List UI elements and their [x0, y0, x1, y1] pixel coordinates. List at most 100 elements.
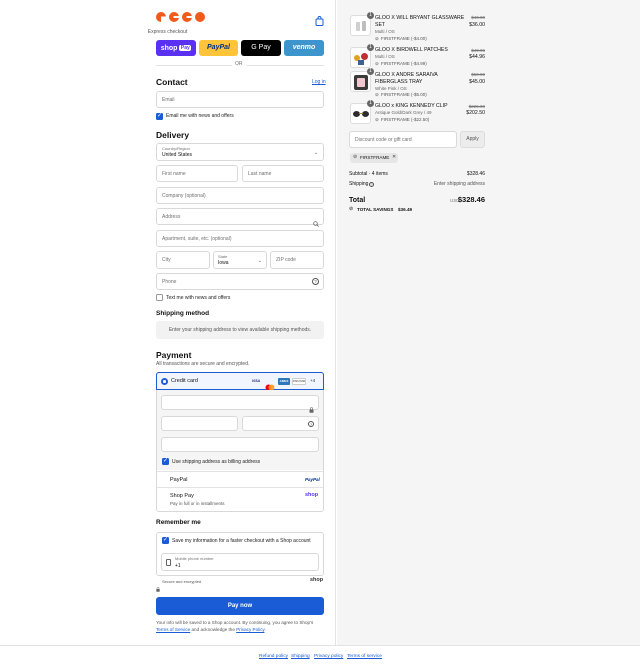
billing-same-label: Use shipping address as billing address [172, 459, 261, 465]
security-code-field[interactable]: ? [242, 416, 319, 431]
help-icon[interactable]: ? [369, 182, 374, 187]
email-field[interactable]: Email [156, 91, 324, 108]
save-info-checkbox[interactable]: ✓ [162, 537, 169, 544]
terms-of-service-link[interactable]: Terms of service [347, 654, 382, 660]
payment-secure-note: All transactions are secure and encrypte… [156, 361, 250, 367]
tag-icon: ⊘ [375, 92, 379, 97]
paypal-option-label: PayPal [170, 477, 188, 483]
mobile-phone-field[interactable]: Mobile phone number +1 [161, 553, 319, 571]
item-price: $45.00 [469, 79, 485, 85]
delivery-heading: Delivery [156, 130, 190, 140]
privacy-link[interactable]: Privacy Policy [236, 627, 264, 632]
apartment-field[interactable]: Apartment, suite, etc. (optional) [156, 230, 324, 247]
shop-pay-option[interactable]: Shop Pay Pay in full or in installments … [157, 487, 323, 511]
address-placeholder: Address [162, 214, 181, 220]
total-savings-value: $36.49 [398, 207, 413, 212]
total-savings-label: TOTAL SAVINGS [357, 207, 394, 212]
help-icon[interactable]: ? [312, 278, 319, 285]
news-checkbox[interactable]: ✓ [156, 113, 163, 120]
pay-now-button[interactable]: Pay now [156, 597, 324, 615]
text-news-label: Text me with news and offers [166, 295, 231, 301]
more-brands-badge: +4 [310, 378, 316, 383]
company-field[interactable]: Company (optional) [156, 187, 324, 204]
shipping-method-heading: Shipping method [156, 310, 210, 317]
text-news-checkbox[interactable] [156, 294, 163, 301]
tag-icon: ⊘ [375, 36, 379, 41]
login-link[interactable]: Log in [312, 80, 326, 85]
address-field[interactable]: Address [156, 208, 324, 227]
shop-logo: shop [305, 492, 319, 498]
expiry-field[interactable] [161, 416, 238, 431]
shop-pay-button[interactable]: shop Pay [156, 40, 196, 56]
phone-field[interactable]: Phone ? [156, 273, 324, 290]
name-on-card-field[interactable] [161, 437, 319, 452]
phone-placeholder: Phone [162, 279, 177, 285]
first-name-field[interactable]: First name [156, 165, 238, 182]
item-price: $202.50 [466, 110, 485, 116]
apply-button[interactable]: Apply [460, 131, 485, 148]
item-title: GLOO x KING KENNEDY CLIP [375, 103, 448, 109]
mastercard-icon [264, 378, 276, 391]
contact-heading: Contact [156, 77, 188, 87]
shipping-notice-text: Enter your shipping address to view avai… [168, 327, 312, 333]
item-discount: FIRSTFRAME (-$4.99) [381, 61, 427, 66]
close-icon[interactable]: ✕ [392, 155, 396, 160]
terms-link[interactable]: Terms of Service [156, 627, 190, 632]
last-name-field[interactable]: Last name [242, 165, 324, 182]
first-name-placeholder: First name [162, 171, 186, 177]
venmo-button[interactable]: venmo [284, 40, 324, 56]
checkout-main: Express checkout shop Pay PayPal G Pay v… [0, 0, 336, 645]
item-variant: Multi / OS [375, 54, 395, 59]
shop-pay-option-label: Shop Pay [170, 493, 194, 499]
discover-icon: DISCOVER [292, 378, 306, 385]
or-label: OR [232, 62, 246, 67]
credit-card-radio[interactable] [161, 378, 168, 385]
shipping-value: Enter shipping address [433, 181, 485, 187]
item-old-price: $40.00 [471, 15, 485, 20]
legal-text-3: . [264, 626, 266, 632]
shipping-link[interactable]: Shipping [291, 654, 310, 660]
state-select[interactable]: State Iowa ⌄ [213, 251, 267, 269]
quantity-badge: 1 [367, 12, 374, 19]
paypal-button[interactable]: PayPal [199, 40, 238, 56]
shop-logo: shop [310, 577, 324, 583]
google-pay-button[interactable]: G Pay [241, 40, 281, 56]
paypal-logo: PayPal [305, 477, 320, 482]
mobile-phone-value: +1 [175, 563, 181, 569]
news-label: Email me with news and offers [166, 113, 234, 119]
amex-icon: AMEX [278, 378, 290, 385]
billing-same-checkbox[interactable]: ✓ [162, 458, 169, 465]
tag-icon: ⊘ [375, 61, 379, 66]
lock-icon [156, 579, 160, 592]
legal-text: Your info will be saved to a Shop accoun… [156, 620, 326, 633]
item-variant: Multi / OS [375, 29, 395, 34]
country-label: Country/Region [162, 146, 190, 151]
privacy-policy-link[interactable]: Privacy policy [314, 654, 343, 660]
quantity-badge: 1 [367, 68, 374, 75]
country-select[interactable]: Country/Region United States ⌄ [156, 143, 324, 161]
refund-policy-link[interactable]: Refund policy [259, 654, 288, 660]
paypal-option[interactable]: PayPal PayPal [157, 471, 323, 487]
credit-card-option[interactable]: Credit card VISA AMEX DISCOVER +4 [156, 372, 324, 391]
discount-code-input[interactable]: Discount code or gift card [349, 131, 457, 148]
subtotal-label: Subtotal · 4 items [349, 171, 388, 177]
shipping-method-notice: Enter your shipping address to view avai… [156, 321, 324, 339]
help-icon[interactable]: ? [308, 421, 314, 427]
card-number-field[interactable] [161, 395, 319, 413]
item-discount: FIRSTFRAME (-$22.50) [381, 117, 430, 122]
shop-pay-wordmark: shop [160, 45, 178, 52]
footer: Refund policy Shipping Privacy policy Te… [0, 645, 640, 667]
item-old-price: $225.00 [468, 104, 485, 109]
brand-logo[interactable] [156, 12, 208, 24]
item-discount: FIRSTFRAME (-$4.00) [381, 36, 427, 41]
express-checkout-label: Express checkout [147, 29, 188, 35]
billing-same-row: ✓ Use shipping address as billing addres… [157, 455, 323, 469]
zip-field[interactable]: ZIP code [270, 251, 324, 269]
state-label: State [218, 254, 228, 259]
city-field[interactable]: City [156, 251, 210, 269]
subtotal-value: $328.46 [466, 171, 485, 177]
total-value: $328.46 [457, 195, 485, 204]
shopping-bag-icon[interactable] [315, 13, 324, 26]
secure-encrypted-label: Secure and encrypted [162, 579, 202, 584]
phone-icon [166, 559, 171, 566]
